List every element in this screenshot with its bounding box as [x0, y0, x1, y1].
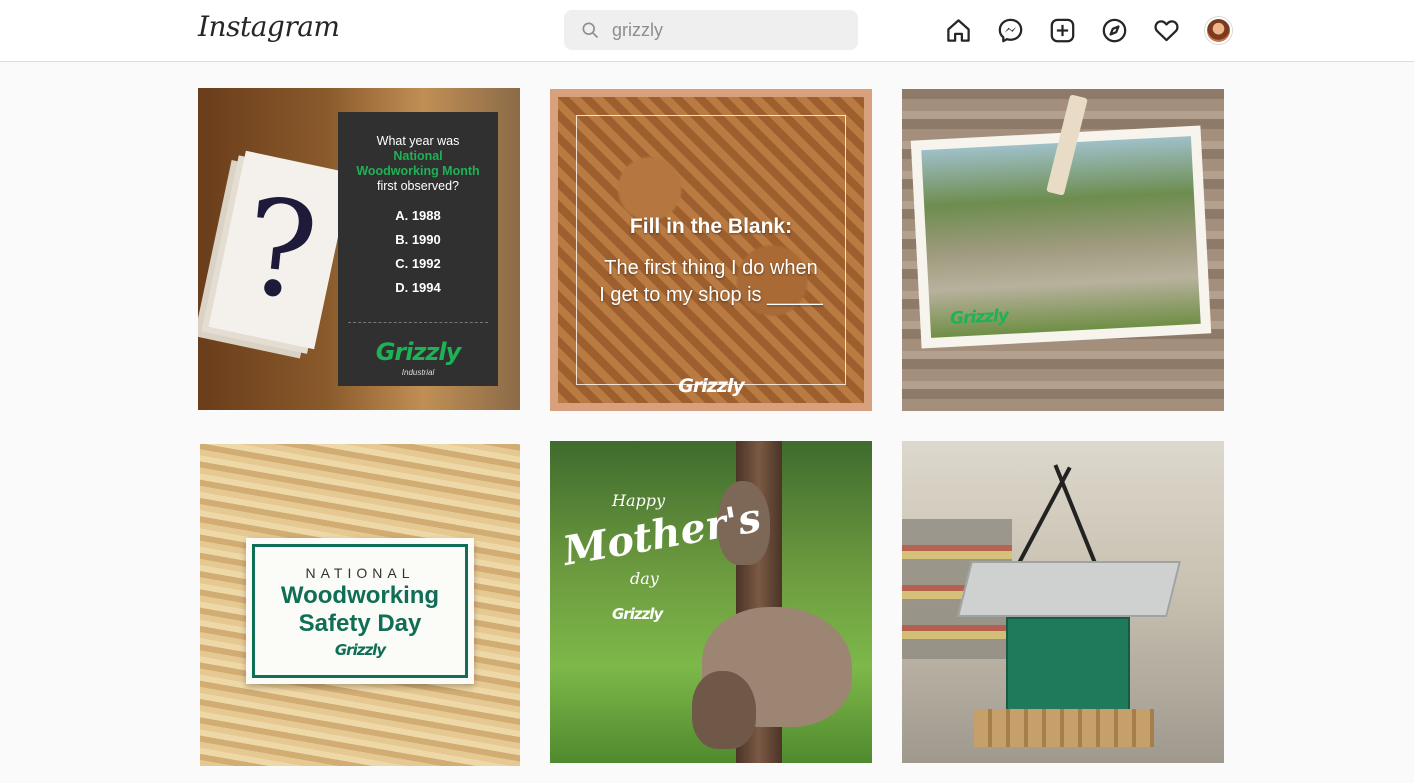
trivia-question-line: What year was: [376, 134, 460, 148]
post-tile-trivia[interactable]: ? What year was National Woodworking Mon…: [198, 88, 520, 410]
messenger-icon: [998, 18, 1022, 42]
safety-day-sign: NATIONAL Woodworking Safety Day Grizzly: [246, 538, 474, 684]
inner-frame: [576, 115, 846, 385]
divider: [348, 322, 488, 323]
post-title: Fill in the Blank:: [629, 215, 793, 238]
profile-avatar: [1204, 16, 1232, 44]
home-button[interactable]: [944, 16, 972, 44]
greeting-happy: Happy: [612, 491, 666, 510]
trivia-option: B. 1990: [395, 232, 441, 247]
trivia-options: A. 1988 B. 1990 C. 1992 D. 1994: [338, 204, 498, 300]
trivia-question-end: first observed?: [377, 179, 459, 193]
sign-line-safety-day: Safety Day: [298, 610, 422, 637]
post-tile-fill-in-blank[interactable]: Fill in the Blank: The first thing I do …: [550, 89, 872, 411]
explore-icon: [1102, 18, 1126, 42]
sign-line-national: NATIONAL: [305, 565, 415, 581]
grizzly-logo: Grizzly: [678, 375, 745, 397]
sign-line-woodworking: Woodworking: [280, 582, 440, 609]
new-post-button[interactable]: [1048, 16, 1076, 44]
post-tile-facility-photo[interactable]: Grizzly: [902, 89, 1224, 411]
wood-pallet-image: [974, 709, 1154, 747]
post-tile-safety-day[interactable]: NATIONAL Woodworking Safety Day Grizzly: [200, 444, 520, 766]
trivia-option: C. 1992: [395, 256, 441, 271]
question-mark-glyph: ?: [236, 169, 324, 331]
post-tile-mothers-day[interactable]: Happy Mother's day Grizzly: [550, 441, 872, 763]
trivia-option: D. 1994: [395, 280, 441, 295]
explore-button[interactable]: [1100, 16, 1128, 44]
nav-icons: [944, 16, 1232, 44]
profile-button[interactable]: [1204, 16, 1232, 44]
grizzly-logo: Grizzly: [612, 605, 663, 623]
greeting-day: day: [630, 569, 659, 588]
trivia-card: What year was National Woodworking Month…: [338, 112, 498, 386]
new-post-icon: [1050, 18, 1074, 42]
grizzly-logo: Grizzly: [949, 305, 1009, 329]
table-saw-top-image: [957, 561, 1181, 617]
top-navigation-bar: Instagram: [0, 0, 1414, 62]
question-mark-cards-image: ?: [208, 150, 352, 350]
trivia-option: A. 1988: [395, 208, 441, 223]
lifting-strap: [1053, 464, 1099, 568]
trivia-highlight-2: Woodworking Month: [356, 164, 480, 178]
search-icon: [582, 22, 599, 39]
post-body-text: The first thing I do when I get to my sh…: [599, 257, 823, 306]
trivia-question: What year was National Woodworking Month…: [338, 134, 498, 194]
post-tile-table-saw[interactable]: [902, 441, 1224, 763]
search-input[interactable]: [612, 19, 842, 41]
grizzly-logo: Grizzly: [334, 641, 386, 659]
trivia-highlight-1: National: [393, 149, 443, 163]
activity-button[interactable]: [1152, 16, 1180, 44]
messenger-button[interactable]: [996, 16, 1024, 44]
grizzly-logo: Grizzly: [375, 338, 462, 366]
sign-border: NATIONAL Woodworking Safety Day Grizzly: [252, 544, 468, 678]
search-box[interactable]: [564, 10, 858, 50]
instagram-logo[interactable]: Instagram: [198, 10, 340, 43]
grizzly-logo-subtext: Industrial: [401, 368, 435, 377]
bear-cub-image: [692, 671, 756, 749]
activity-heart-icon: [1153, 19, 1179, 41]
home-icon: [946, 18, 970, 42]
